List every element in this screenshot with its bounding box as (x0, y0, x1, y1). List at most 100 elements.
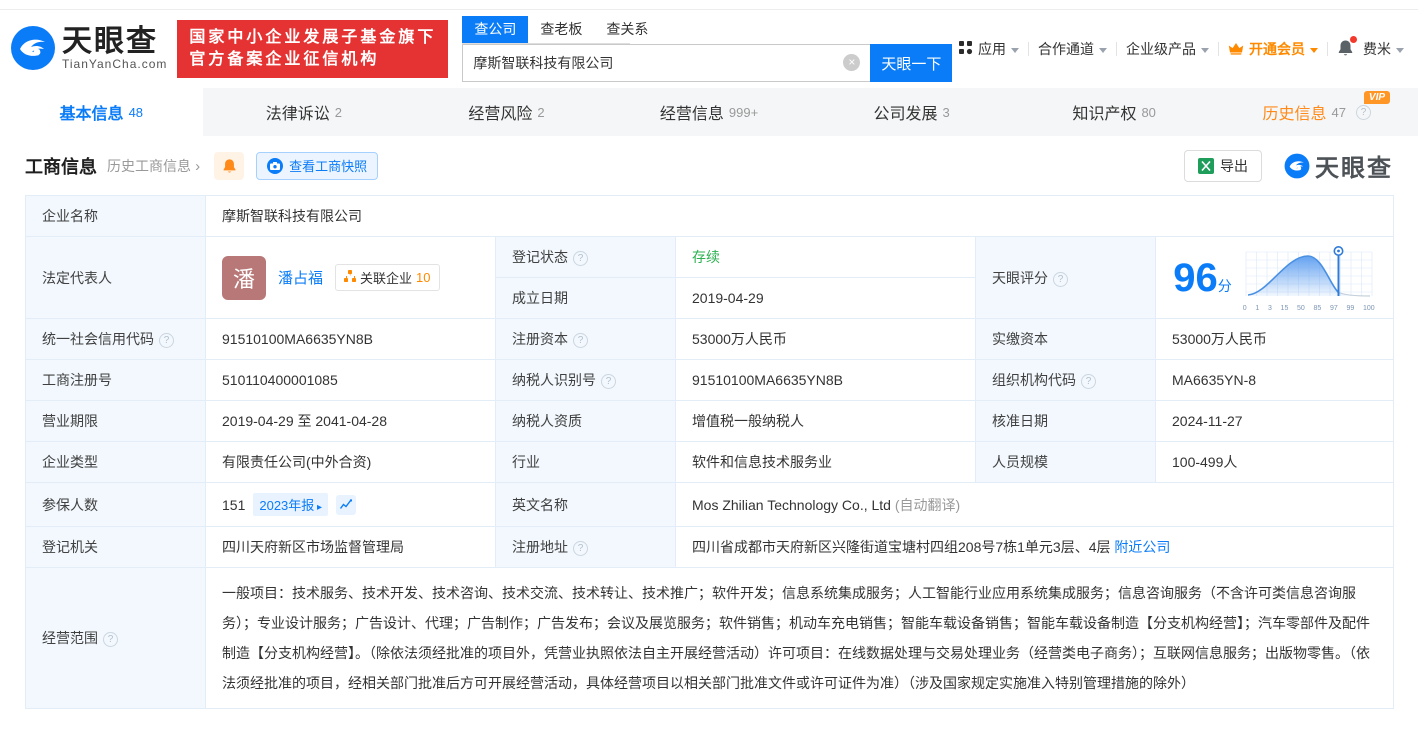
search-input[interactable] (462, 44, 870, 82)
address-value: 四川省成都市天府新区兴隆街道宝塘村四组208号7栋1单元3层、4层 附近公司 (676, 527, 1394, 568)
table-row: 工商注册号 510110400001085 纳税人识别号 91510100MA6… (26, 360, 1394, 401)
tianyan-score-cell[interactable]: 96分 (1156, 237, 1394, 319)
table-row: 参保人数 151 2023年报 英文名称 Mos Zhilian Technol… (26, 483, 1394, 527)
camera-icon (267, 158, 283, 174)
field-label-reg-capital: 注册资本 (496, 319, 676, 360)
legal-rep-cell: 潘 潘占福 关联企业 10 (206, 237, 496, 319)
table-row: 法定代表人 潘 潘占福 关联企业 10 登记状态 存续 天眼评分 96分 (26, 237, 1394, 278)
tab-history-info[interactable]: VIP 历史信息47 (1215, 88, 1418, 136)
tianyancha-logo-icon (10, 25, 56, 74)
brand-name: 天眼查 (62, 27, 167, 57)
help-icon[interactable] (573, 333, 588, 348)
field-label-reg-status: 登记状态 (496, 237, 676, 278)
field-label-approval-date: 核准日期 (976, 401, 1156, 442)
score-distribution-chart: 0131550859799100 (1242, 244, 1376, 312)
certification-badge: 国家中小企业发展子基金旗下 官方备案企业征信机构 (177, 20, 448, 78)
reg-status-value: 存续 (676, 237, 976, 278)
business-term-value: 2019-04-29 至 2041-04-28 (206, 401, 496, 442)
field-label-uscc: 统一社会信用代码 (26, 319, 206, 360)
nav-open-vip[interactable]: 开通会员 (1228, 39, 1318, 59)
help-icon[interactable] (573, 541, 588, 556)
table-row: 营业期限 2019-04-29 至 2041-04-28 纳税人资质 增值税一般… (26, 401, 1394, 442)
org-chart-icon (344, 270, 356, 285)
table-row: 企业名称 摩斯智联科技有限公司 (26, 196, 1394, 237)
legal-rep-name-link[interactable]: 潘占福 (278, 267, 323, 288)
score-value: 96 (1173, 256, 1218, 300)
section-bar: 工商信息 历史工商信息 查看工商快照 导出 天眼查 (0, 136, 1418, 193)
search-tabs: 查公司 查老板 查关系 (462, 16, 630, 44)
field-label-scope: 经营范围 (26, 568, 206, 709)
search-button[interactable]: 天眼一下 (870, 44, 952, 82)
apps-grid-icon (958, 40, 973, 58)
business-snapshot-button[interactable]: 查看工商快照 (256, 152, 378, 180)
field-label-paid-capital: 实缴资本 (976, 319, 1156, 360)
tab-business-info[interactable]: 经营信息999+ (608, 88, 811, 136)
field-label-industry: 行业 (496, 442, 676, 483)
excel-icon (1198, 158, 1214, 174)
nav-partner[interactable]: 合作通道 (1038, 39, 1107, 59)
field-label-taxpayer-quality: 纳税人资质 (496, 401, 676, 442)
annual-report-badge[interactable]: 2023年报 (253, 493, 328, 516)
reg-authority-value: 四川天府新区市场监督管理局 (206, 527, 496, 568)
history-business-info-link[interactable]: 历史工商信息 (107, 156, 200, 176)
search-tab-boss[interactable]: 查老板 (528, 16, 594, 43)
table-row: 企业类型 有限责任公司(中外合资) 行业 软件和信息技术服务业 人员规模 100… (26, 442, 1394, 483)
nav-user[interactable]: 费米 (1363, 39, 1404, 59)
chevron-down-icon (1099, 48, 1107, 53)
brand-logo[interactable]: 天眼查 TianYanCha.com (10, 25, 167, 74)
help-icon[interactable] (1081, 374, 1096, 389)
field-label-staff-size: 人员规模 (976, 442, 1156, 483)
legal-rep-avatar[interactable]: 潘 (222, 256, 266, 300)
field-label-english-name: 英文名称 (496, 483, 676, 527)
english-name-value: Mos Zhilian Technology Co., Ltd (自动翻译) (676, 483, 1394, 527)
field-label-taxpayer-id: 纳税人识别号 (496, 360, 676, 401)
chevron-down-icon (1396, 48, 1404, 53)
related-companies-badge[interactable]: 关联企业 10 (335, 264, 439, 291)
tab-intellectual-property[interactable]: 知识产权80 (1013, 88, 1216, 136)
score-axis-labels: 0131550859799100 (1242, 305, 1376, 312)
help-icon[interactable] (601, 374, 616, 389)
search-tab-company[interactable]: 查公司 (462, 16, 528, 43)
top-nav: 应用 合作通道 企业级产品 开通会员 费米 (958, 39, 1404, 60)
subscribe-bell-button[interactable] (214, 152, 244, 180)
tab-legal-lawsuits[interactable]: 法律诉讼2 (203, 88, 406, 136)
help-icon[interactable] (1356, 105, 1371, 120)
field-label-est-date: 成立日期 (496, 278, 676, 319)
help-icon[interactable] (103, 632, 118, 647)
search-area: 查公司 查老板 查关系 天眼一下 (462, 16, 952, 82)
company-name-value: 摩斯智联科技有限公司 (206, 196, 1394, 237)
help-icon[interactable] (573, 251, 588, 266)
field-label-legal-rep: 法定代表人 (26, 237, 206, 319)
field-label-company-name: 企业名称 (26, 196, 206, 237)
search-tab-relation[interactable]: 查关系 (594, 16, 660, 43)
uscc-value: 91510100MA6635YN8B (206, 319, 496, 360)
field-label-reg-authority: 登记机关 (26, 527, 206, 568)
tab-company-development[interactable]: 公司发展3 (810, 88, 1013, 136)
company-type-value: 有限责任公司(中外合资) (206, 442, 496, 483)
paid-capital-value: 53000万人民币 (1156, 319, 1394, 360)
nav-apps[interactable]: 应用 (958, 39, 1019, 59)
notification-bell-icon[interactable] (1337, 39, 1354, 60)
table-row: 经营范围 一般项目：技术服务、技术开发、技术咨询、技术交流、技术转让、技术推广；… (26, 568, 1394, 709)
field-label-business-term: 营业期限 (26, 401, 206, 442)
chevron-down-icon (1011, 48, 1019, 53)
reg-number-value: 510110400001085 (206, 360, 496, 401)
staff-size-value: 100-499人 (1156, 442, 1394, 483)
nearby-companies-link[interactable]: 附近公司 (1114, 539, 1170, 555)
org-code-value: MA6635YN-8 (1156, 360, 1394, 401)
company-tab-bar: 基本信息48 法律诉讼2 经营风险2 经营信息999+ 公司发展3 知识产权80… (0, 88, 1418, 136)
nav-enterprise-products[interactable]: 企业级产品 (1126, 39, 1209, 59)
help-icon[interactable] (159, 333, 174, 348)
business-scope-value: 一般项目：技术服务、技术开发、技术咨询、技术交流、技术转让、技术推广；软件开发；… (206, 568, 1394, 709)
field-label-tianyan-score: 天眼评分 (976, 237, 1156, 319)
tianyancha-watermark: 天眼查 (1284, 148, 1393, 183)
table-row: 统一社会信用代码 91510100MA6635YN8B 注册资本 53000万人… (26, 319, 1394, 360)
page-top-divider (0, 0, 1418, 10)
tab-operation-risk[interactable]: 经营风险2 (405, 88, 608, 136)
field-label-insured: 参保人数 (26, 483, 206, 527)
tab-basic-info[interactable]: 基本信息48 (0, 88, 203, 136)
chevron-down-icon (1201, 48, 1209, 53)
help-icon[interactable] (1053, 272, 1068, 287)
export-button[interactable]: 导出 (1184, 150, 1262, 182)
trend-chart-icon[interactable] (336, 495, 356, 515)
